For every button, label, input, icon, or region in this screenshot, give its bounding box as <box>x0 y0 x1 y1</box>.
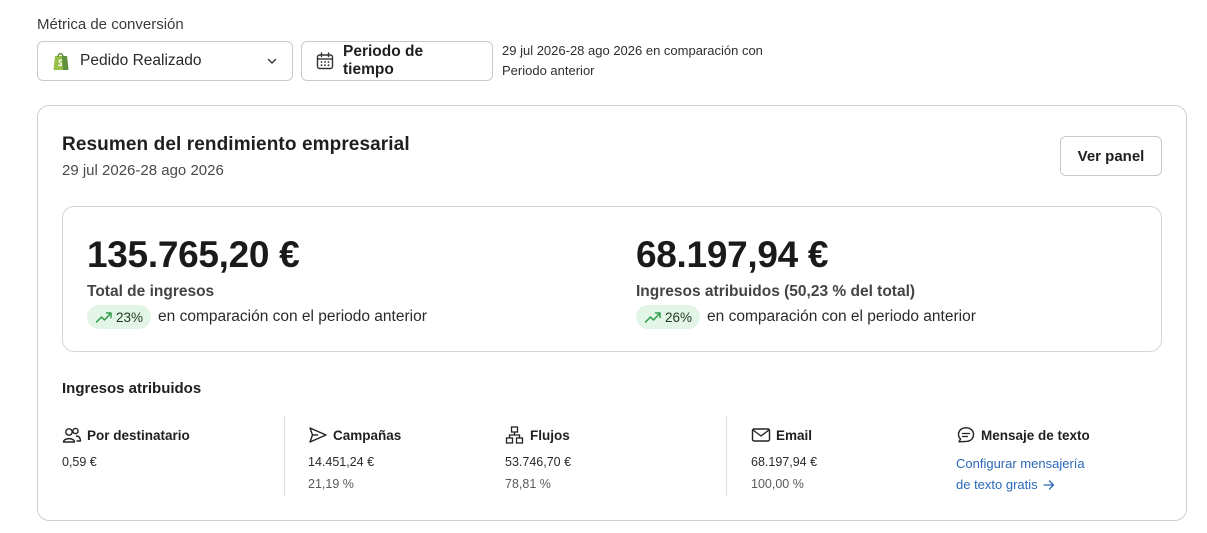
kpi-label: Ingresos atribuidos (50,23 % del total) <box>636 283 916 300</box>
attr-label: Email <box>776 427 813 443</box>
card-title: Resumen del rendimiento empresarial <box>62 134 410 155</box>
metric-select[interactable]: Pedido Realizado <box>37 41 293 81</box>
attr-sms: Mensaje de texto Configurar mensajería d… <box>956 426 1090 496</box>
flow-icon <box>505 426 525 444</box>
attr-percent: 78,81 % <box>505 477 551 491</box>
chevron-down-icon <box>266 55 278 67</box>
kpi-panel: 135.765,20 € Total de ingresos 23% en co… <box>62 206 1162 352</box>
change-badge: 23% <box>87 305 152 329</box>
attr-value: 0,59 € <box>62 455 97 469</box>
mail-icon <box>751 426 771 444</box>
attr-label: Campañas <box>333 427 402 443</box>
time-period-button-label: Periodo de tiempo <box>343 43 424 78</box>
compare-text: en comparación con el periodo anterior <box>707 308 976 325</box>
trend-up-icon <box>95 310 113 324</box>
setup-sms-link[interactable]: Configurar mensajería de texto gratis <box>956 453 1090 496</box>
attr-percent: 21,19 % <box>308 477 354 491</box>
people-icon <box>62 426 82 444</box>
change-value: 26% <box>665 309 693 325</box>
attr-flows: Flujos 53.746,70 € 78,81 % <box>505 426 571 491</box>
attr-percent: 100,00 % <box>751 477 804 491</box>
setup-sms-link-line1[interactable]: Configurar mensajería <box>956 453 1090 474</box>
attr-value: 14.451,24 € <box>308 455 375 469</box>
setup-sms-link-line2[interactable]: de texto gratis <box>956 474 1090 496</box>
arrow-right-icon <box>1043 475 1055 496</box>
attributed-section-title: Ingresos atribuidos <box>62 380 202 397</box>
kpi-value: 68.197,94 € <box>636 234 829 275</box>
attr-label: Por destinatario <box>87 427 190 443</box>
attr-label: Mensaje de texto <box>981 427 1090 443</box>
attr-campaigns: Campañas 14.451,24 € 21,19 % <box>308 426 401 491</box>
attr-value: 68.197,94 € <box>751 455 818 469</box>
metric-label: Métrica de conversión <box>37 16 184 33</box>
period-info-range: 29 jul 2026-28 ago 2026 en comparación c… <box>502 43 763 58</box>
period-info-comparison: Periodo anterior <box>502 63 595 78</box>
attr-per-recipient: Por destinatario 0,59 € <box>62 426 190 470</box>
chat-icon <box>956 426 976 444</box>
kpi-total-revenue: 135.765,20 € Total de ingresos 23% en co… <box>87 233 427 329</box>
change-value: 23% <box>116 309 144 325</box>
kpi-attributed-revenue: 68.197,94 € Ingresos atribuidos (50,23 %… <box>636 233 976 329</box>
kpi-value: 135.765,20 € <box>87 234 300 275</box>
business-performance-card: Resumen del rendimiento empresarial 29 j… <box>37 105 1187 521</box>
kpi-label: Total de ingresos <box>87 283 215 300</box>
view-dashboard-button[interactable]: Ver panel <box>1060 136 1162 176</box>
divider <box>284 416 285 496</box>
attr-email: Email 68.197,94 € 100,00 % <box>751 426 818 492</box>
time-period-button[interactable]: Periodo de tiempo <box>301 41 493 81</box>
calendar-icon <box>316 52 334 70</box>
compare-text: en comparación con el periodo anterior <box>158 308 427 325</box>
shopify-bag-icon <box>52 51 70 71</box>
metric-select-value: Pedido Realizado <box>80 52 202 69</box>
change-badge: 26% <box>636 305 701 329</box>
trend-up-icon <box>644 310 662 324</box>
attr-value: 53.746,70 € <box>505 455 572 469</box>
setup-sms-link-text[interactable]: de texto gratis <box>956 477 1038 492</box>
card-date-range: 29 jul 2026-28 ago 2026 <box>62 162 224 179</box>
send-icon <box>308 426 328 444</box>
divider <box>726 416 727 496</box>
period-info: 29 jul 2026-28 ago 2026 en comparación c… <box>502 41 802 81</box>
attr-label: Flujos <box>530 427 570 443</box>
